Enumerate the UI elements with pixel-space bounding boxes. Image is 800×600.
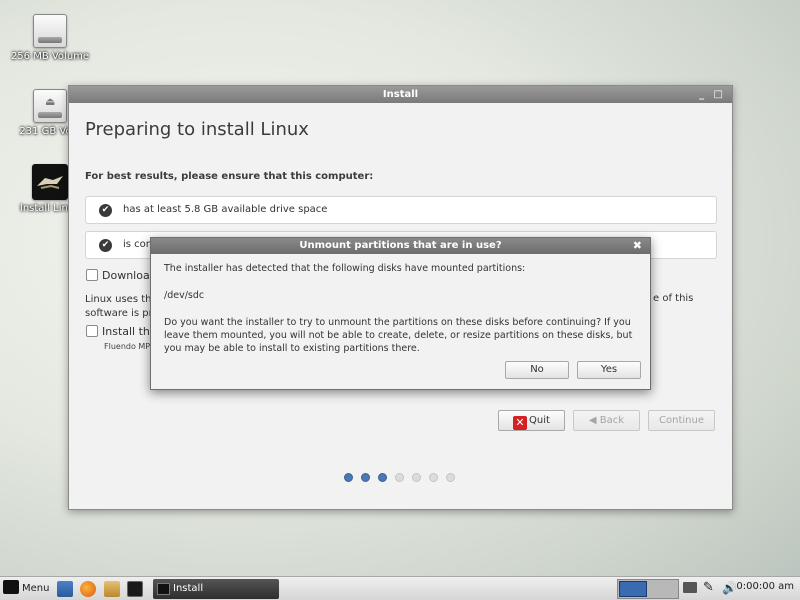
description-fragment: e of this (653, 293, 694, 304)
drive-icon (33, 14, 67, 48)
taskbar-task-install[interactable]: Install (153, 579, 279, 599)
menu-label: Menu (22, 583, 50, 594)
quit-button[interactable]: ✕ Quit (498, 410, 565, 431)
workspace-1[interactable] (619, 581, 647, 597)
no-button[interactable]: No (505, 361, 569, 379)
home-folder-launcher-icon[interactable] (104, 581, 120, 597)
download-updates-option[interactable]: Download (86, 269, 157, 282)
dialog-title: Unmount partitions that are in use? (299, 240, 502, 251)
requirement-text: has at least 5.8 GB available drive spac… (123, 204, 328, 215)
window-titlebar[interactable]: Install _ □ (69, 86, 732, 103)
progress-dot (412, 473, 421, 482)
back-label: Back (599, 415, 625, 426)
desktop-icon-label: 256 MB Volume (10, 51, 90, 62)
keyboard-icon[interactable] (683, 582, 697, 593)
unmount-dialog: Unmount partitions that are in use? ✖ Th… (150, 237, 651, 390)
menu-button[interactable]: Menu (3, 580, 51, 598)
third-party-description: Linux uses thi software is pro (85, 293, 159, 321)
install-third-party-checkbox[interactable] (86, 325, 98, 337)
installer-icon (32, 164, 68, 200)
workspace-switcher[interactable] (617, 579, 679, 599)
check-icon: ✔ (99, 239, 112, 252)
progress-dot (429, 473, 438, 482)
close-icon[interactable]: ✖ (633, 238, 642, 254)
fluendo-note: Fluendo MP3 (104, 342, 156, 351)
progress-dot (344, 473, 353, 482)
description-line: Linux uses thi (85, 294, 155, 305)
firefox-launcher-icon[interactable] (80, 581, 96, 597)
clock[interactable]: 0:00:00 am (736, 581, 794, 592)
yes-button[interactable]: Yes (577, 361, 641, 379)
requirement-drive-space: ✔ has at least 5.8 GB available drive sp… (85, 196, 717, 224)
download-updates-label: Download (102, 269, 157, 282)
back-button[interactable]: ◀ Back (573, 410, 640, 431)
network-icon[interactable]: ✎ (703, 579, 714, 597)
window-title: Install (382, 89, 419, 100)
continue-button[interactable]: Continue (648, 410, 715, 431)
dialog-message: The installer has detected that the foll… (164, 263, 526, 274)
file-manager-launcher-icon[interactable] (57, 581, 73, 597)
progress-dot (378, 473, 387, 482)
quit-label: Quit (529, 415, 550, 426)
progress-dots (344, 473, 455, 482)
device-name: /dev/sdc (164, 290, 205, 301)
install-third-party-option[interactable]: Install this (86, 325, 159, 338)
download-updates-checkbox[interactable] (86, 269, 98, 281)
terminal-launcher-icon[interactable] (127, 581, 143, 597)
volume-icon[interactable]: 🔊 (722, 579, 737, 597)
progress-dot (395, 473, 404, 482)
description-line: software is pro (85, 308, 159, 319)
installer-task-icon (157, 583, 170, 595)
check-icon: ✔ (99, 204, 112, 217)
back-arrow-icon: ◀ (588, 415, 600, 426)
requirements-subtitle: For best results, please ensure that thi… (85, 171, 374, 182)
dialog-body: The installer has detected that the foll… (164, 262, 638, 369)
window-controls[interactable]: _ □ (699, 86, 726, 103)
menu-logo-icon (3, 580, 19, 594)
dialog-question: Do you want the installer to try to unmo… (164, 317, 633, 354)
desktop-icon-256mb-volume[interactable]: 256 MB Volume (10, 14, 90, 62)
dialog-titlebar[interactable]: Unmount partitions that are in use? ✖ (151, 238, 650, 254)
progress-dot (446, 473, 455, 482)
progress-dot (361, 473, 370, 482)
continue-label: Continue (659, 415, 704, 426)
taskbar: Menu Install ✎ 🔊 0:00:00 am (0, 576, 800, 600)
drive-eject-icon: ⏏ (33, 89, 67, 123)
page-title: Preparing to install Linux (85, 119, 309, 140)
task-label: Install (173, 583, 204, 594)
requirement-text: is con (123, 239, 153, 250)
quit-icon: ✕ (513, 416, 528, 430)
